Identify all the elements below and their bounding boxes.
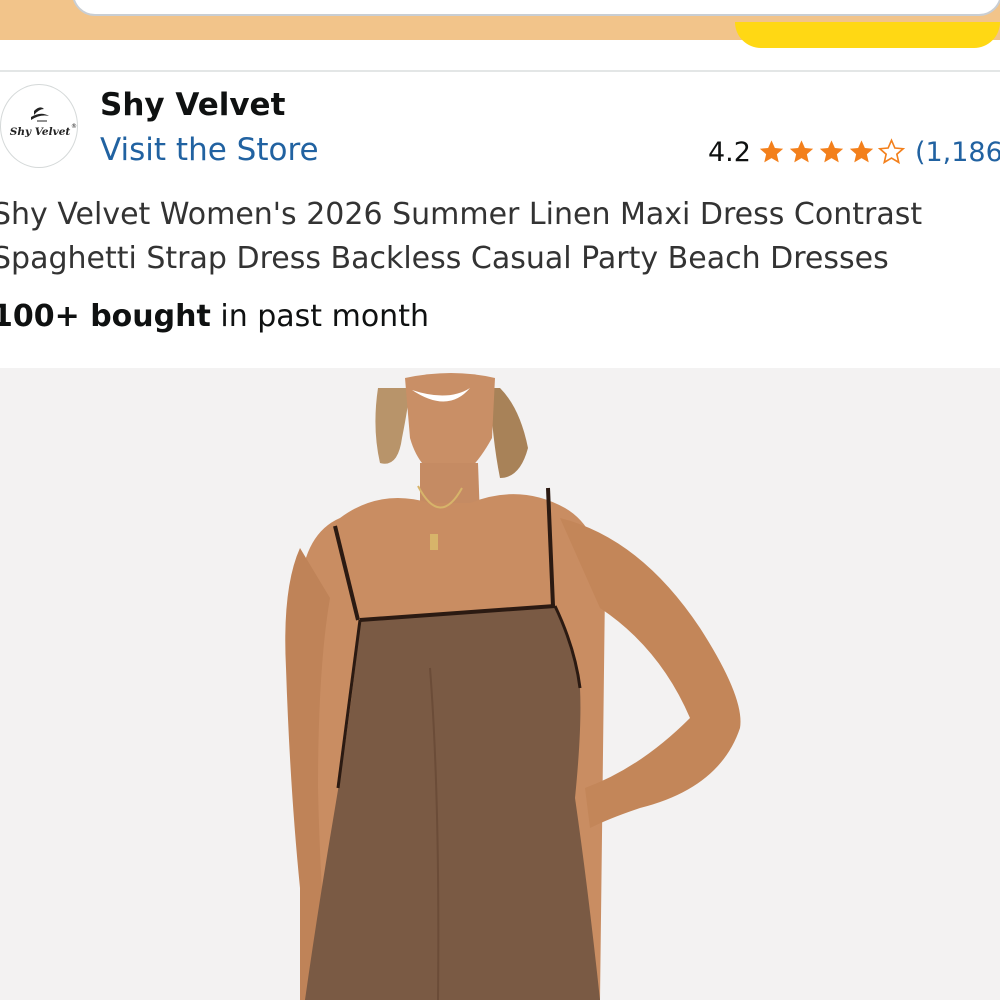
rating-count-link[interactable]: (1,186 <box>915 137 1000 168</box>
star-full-icon <box>789 140 814 163</box>
visit-store-link[interactable]: Visit the Store <box>100 131 319 169</box>
svg-text:®: ® <box>71 123 77 130</box>
bought-period: in past month <box>210 299 429 334</box>
brand-logo[interactable]: Shy Velvet ® <box>0 84 78 168</box>
section-divider <box>0 70 1000 72</box>
brand-name[interactable]: Shy Velvet <box>100 86 285 124</box>
bought-in-past-month: 100+ bought in past month <box>0 296 429 338</box>
brand-logo-icon: Shy Velvet ® <box>10 107 77 138</box>
brand-logo-text: Shy Velvet <box>10 126 71 138</box>
star-full-icon <box>819 140 844 163</box>
product-title: Shy Velvet Women's 2026 Summer Linen Max… <box>0 197 923 276</box>
search-input[interactable] <box>72 0 1000 16</box>
star-rating[interactable] <box>757 138 907 166</box>
star-empty-icon <box>877 138 906 165</box>
star-full-icon <box>849 140 874 163</box>
add-to-cart-button-edge[interactable] <box>735 22 1000 48</box>
star-full-icon <box>759 140 784 163</box>
rating-value: 4.2 <box>708 136 751 168</box>
product-photo <box>285 373 741 1000</box>
product-image[interactable] <box>0 368 1000 1000</box>
rating-summary[interactable]: 4.2 (1,186 <box>708 134 1000 170</box>
bought-count: 100+ bought <box>0 299 211 334</box>
